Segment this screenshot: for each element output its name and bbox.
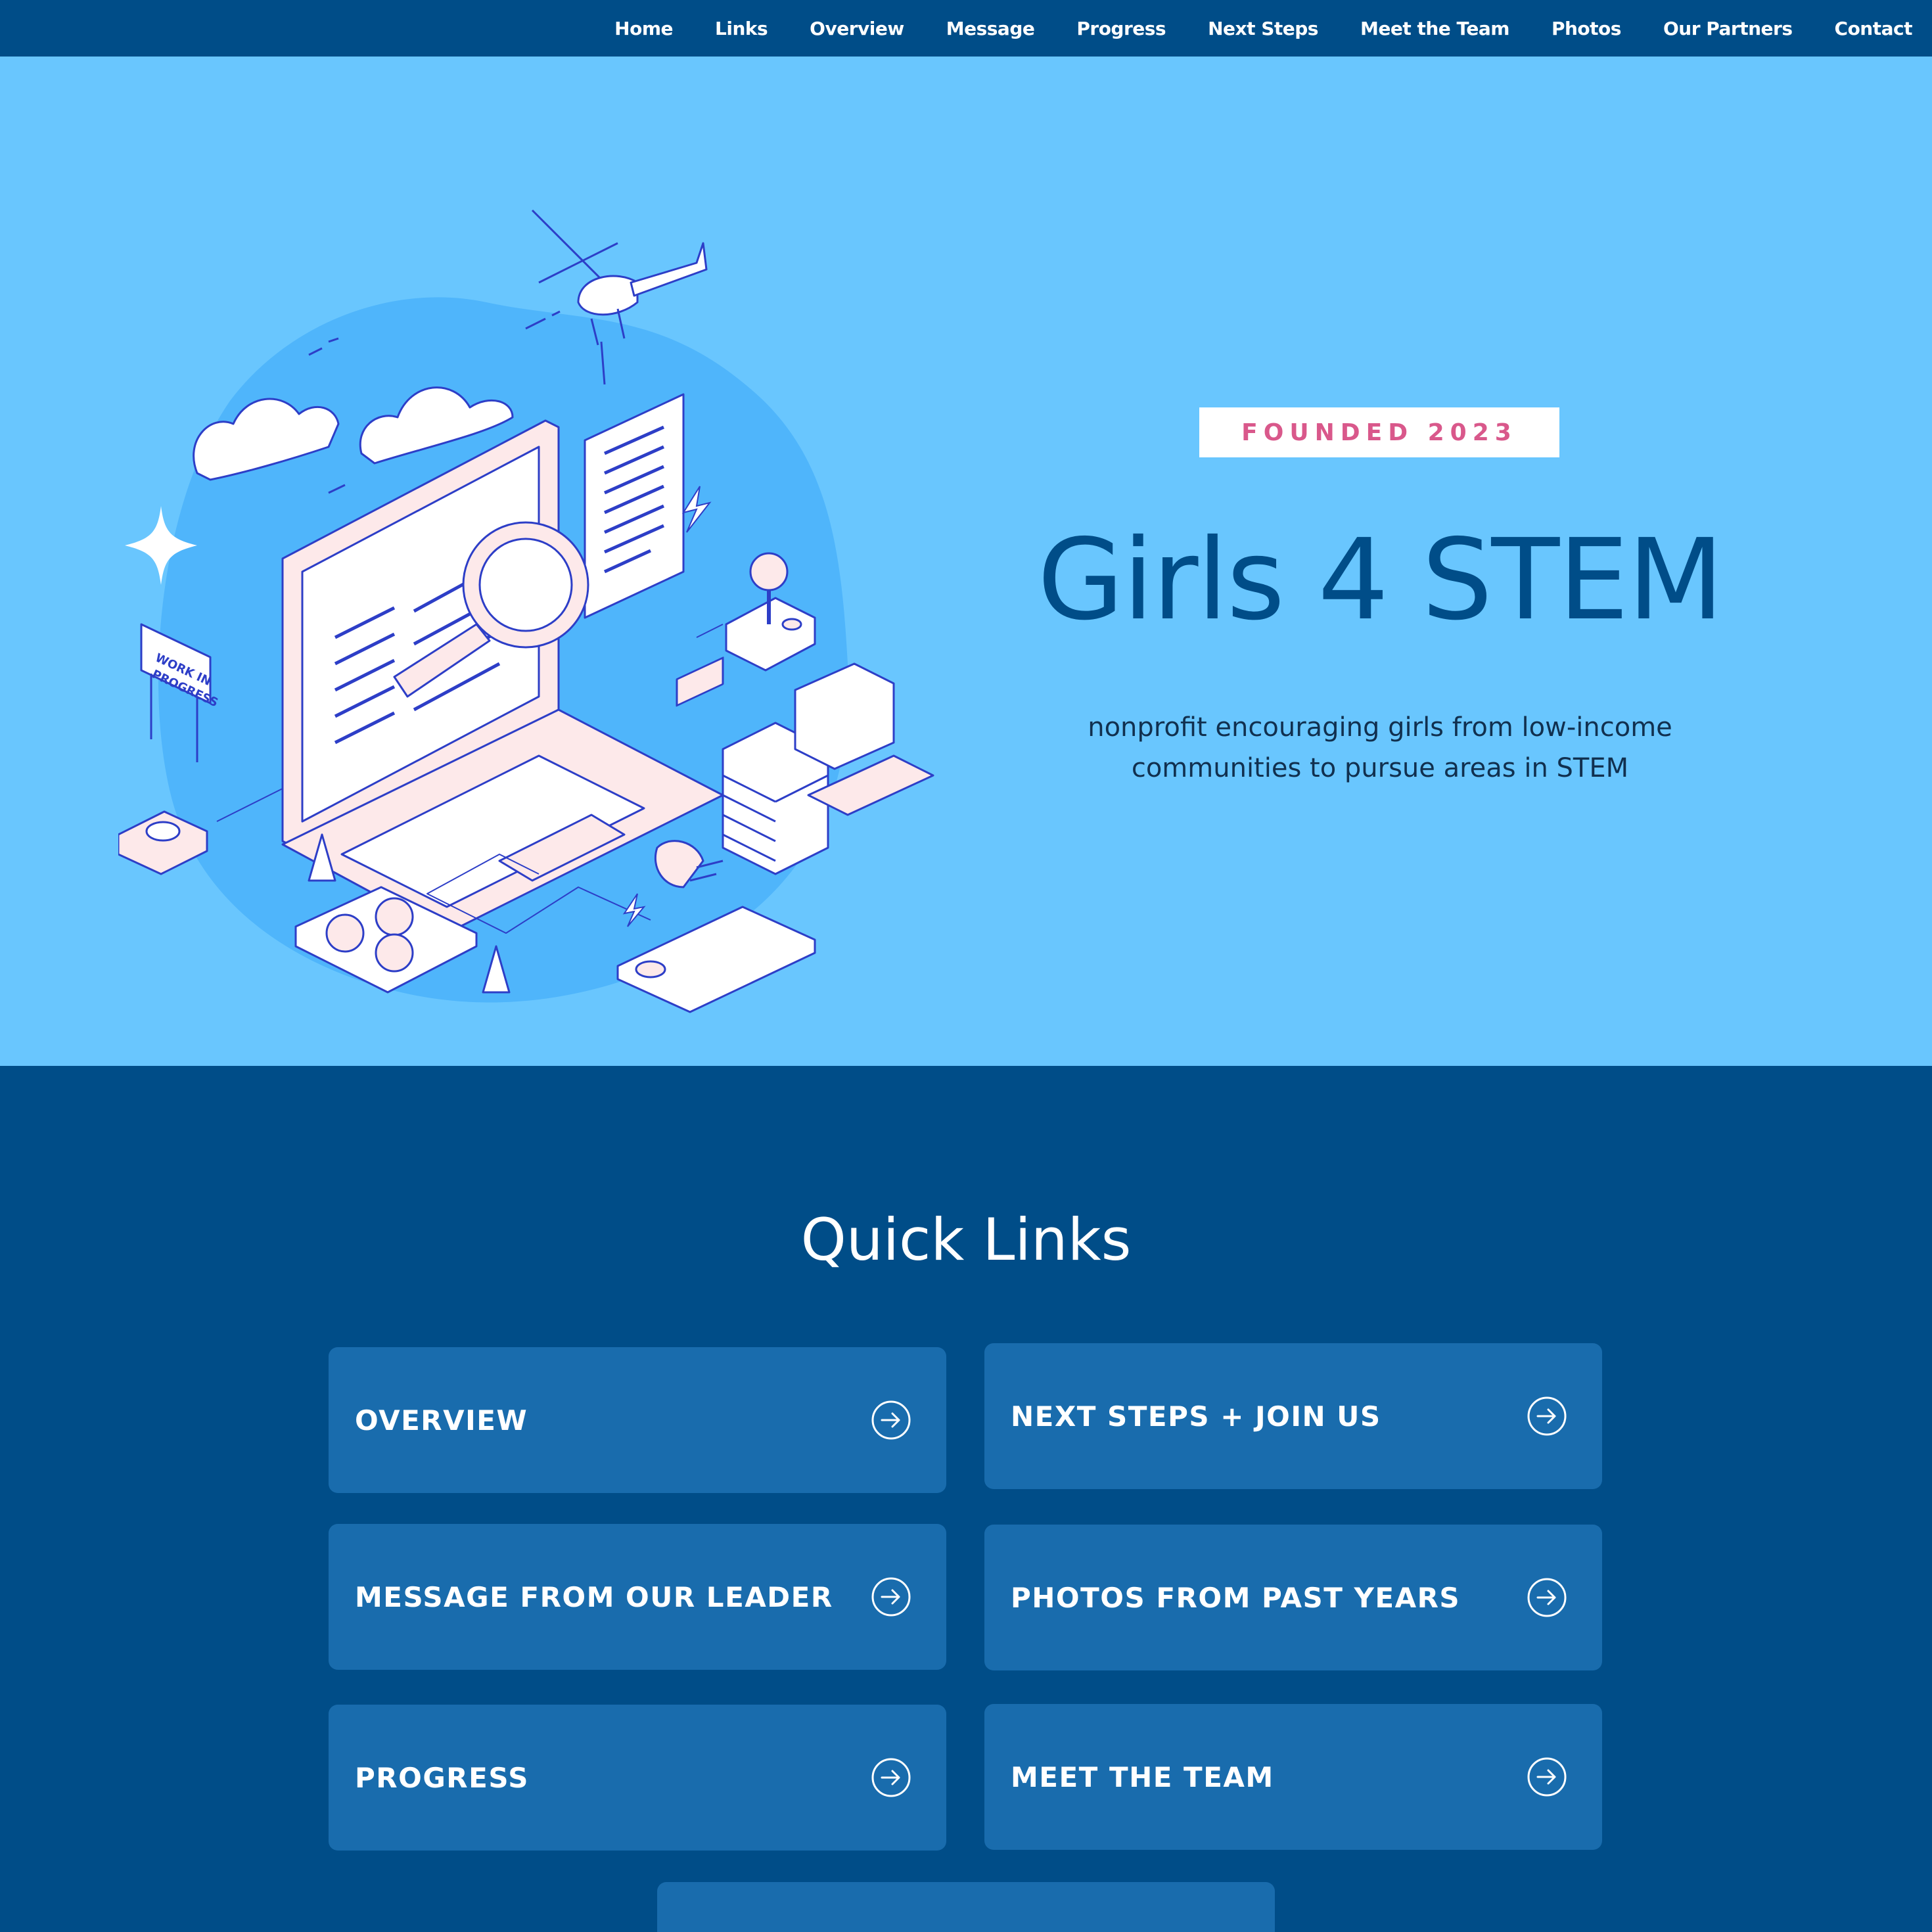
page-title: Girls 4 STEM — [1037, 515, 1724, 645]
hero-subtitle: nonprofit encouraging girls from low-inc… — [1019, 707, 1741, 789]
quick-link-progress[interactable]: PROGRESS — [329, 1705, 946, 1851]
quick-link-partial[interactable] — [657, 1882, 1275, 1932]
quick-link-overview[interactable]: OVERVIEW — [329, 1347, 946, 1493]
hero-section: WORK IN PROGRESS FOUNDED 2023 Girls 4 ST… — [0, 57, 1932, 1066]
nav-contact[interactable]: Contact — [1835, 18, 1913, 39]
nav-next-steps[interactable]: Next Steps — [1208, 18, 1318, 39]
nav-home[interactable]: Home — [614, 18, 673, 39]
arrow-right-circle-icon — [871, 1577, 911, 1617]
nav-photos[interactable]: Photos — [1552, 18, 1621, 39]
nav-progress[interactable]: Progress — [1076, 18, 1166, 39]
quick-link-message[interactable]: MESSAGE FROM OUR LEADER — [329, 1524, 946, 1670]
arrow-right-circle-icon — [1527, 1396, 1567, 1436]
quick-links-title: Quick Links — [800, 1206, 1132, 1274]
tech-illustration: WORK IN PROGRESS — [118, 209, 934, 1013]
nav-overview[interactable]: Overview — [810, 18, 904, 39]
top-nav: Home Links Overview Message Progress Nex… — [0, 0, 1932, 57]
quick-link-next-steps[interactable]: NEXT STEPS + JOIN US — [984, 1343, 1602, 1489]
bulldozer-icon — [794, 662, 934, 816]
quick-link-label: MEET THE TEAM — [1011, 1760, 1274, 1793]
hero-subtitle-line-2: communities to pursue areas in STEM — [1131, 753, 1629, 783]
arrow-right-circle-icon — [1527, 1757, 1567, 1797]
quick-link-photos[interactable]: PHOTOS FROM PAST YEARS — [984, 1525, 1602, 1670]
nav-our-partners[interactable]: Our Partners — [1663, 18, 1793, 39]
arrow-right-circle-icon — [1527, 1578, 1567, 1617]
founded-badge: FOUNDED 2023 — [1199, 407, 1559, 457]
quick-link-label: OVERVIEW — [355, 1404, 528, 1437]
nav-message[interactable]: Message — [946, 18, 1035, 39]
quick-link-meet-the-team[interactable]: MEET THE TEAM — [984, 1704, 1602, 1850]
nav-meet-the-team[interactable]: Meet the Team — [1360, 18, 1509, 39]
quick-link-label: PROGRESS — [355, 1761, 529, 1794]
arrow-right-circle-icon — [871, 1400, 911, 1440]
arrow-right-circle-icon — [871, 1758, 911, 1797]
quick-link-label: MESSAGE FROM OUR LEADER — [355, 1580, 833, 1613]
nav-links[interactable]: Links — [715, 18, 768, 39]
hero-subtitle-line-1: nonprofit encouraging girls from low-inc… — [1088, 712, 1672, 743]
quick-link-label: NEXT STEPS + JOIN US — [1011, 1400, 1381, 1433]
quick-link-label: PHOTOS FROM PAST YEARS — [1011, 1581, 1461, 1614]
